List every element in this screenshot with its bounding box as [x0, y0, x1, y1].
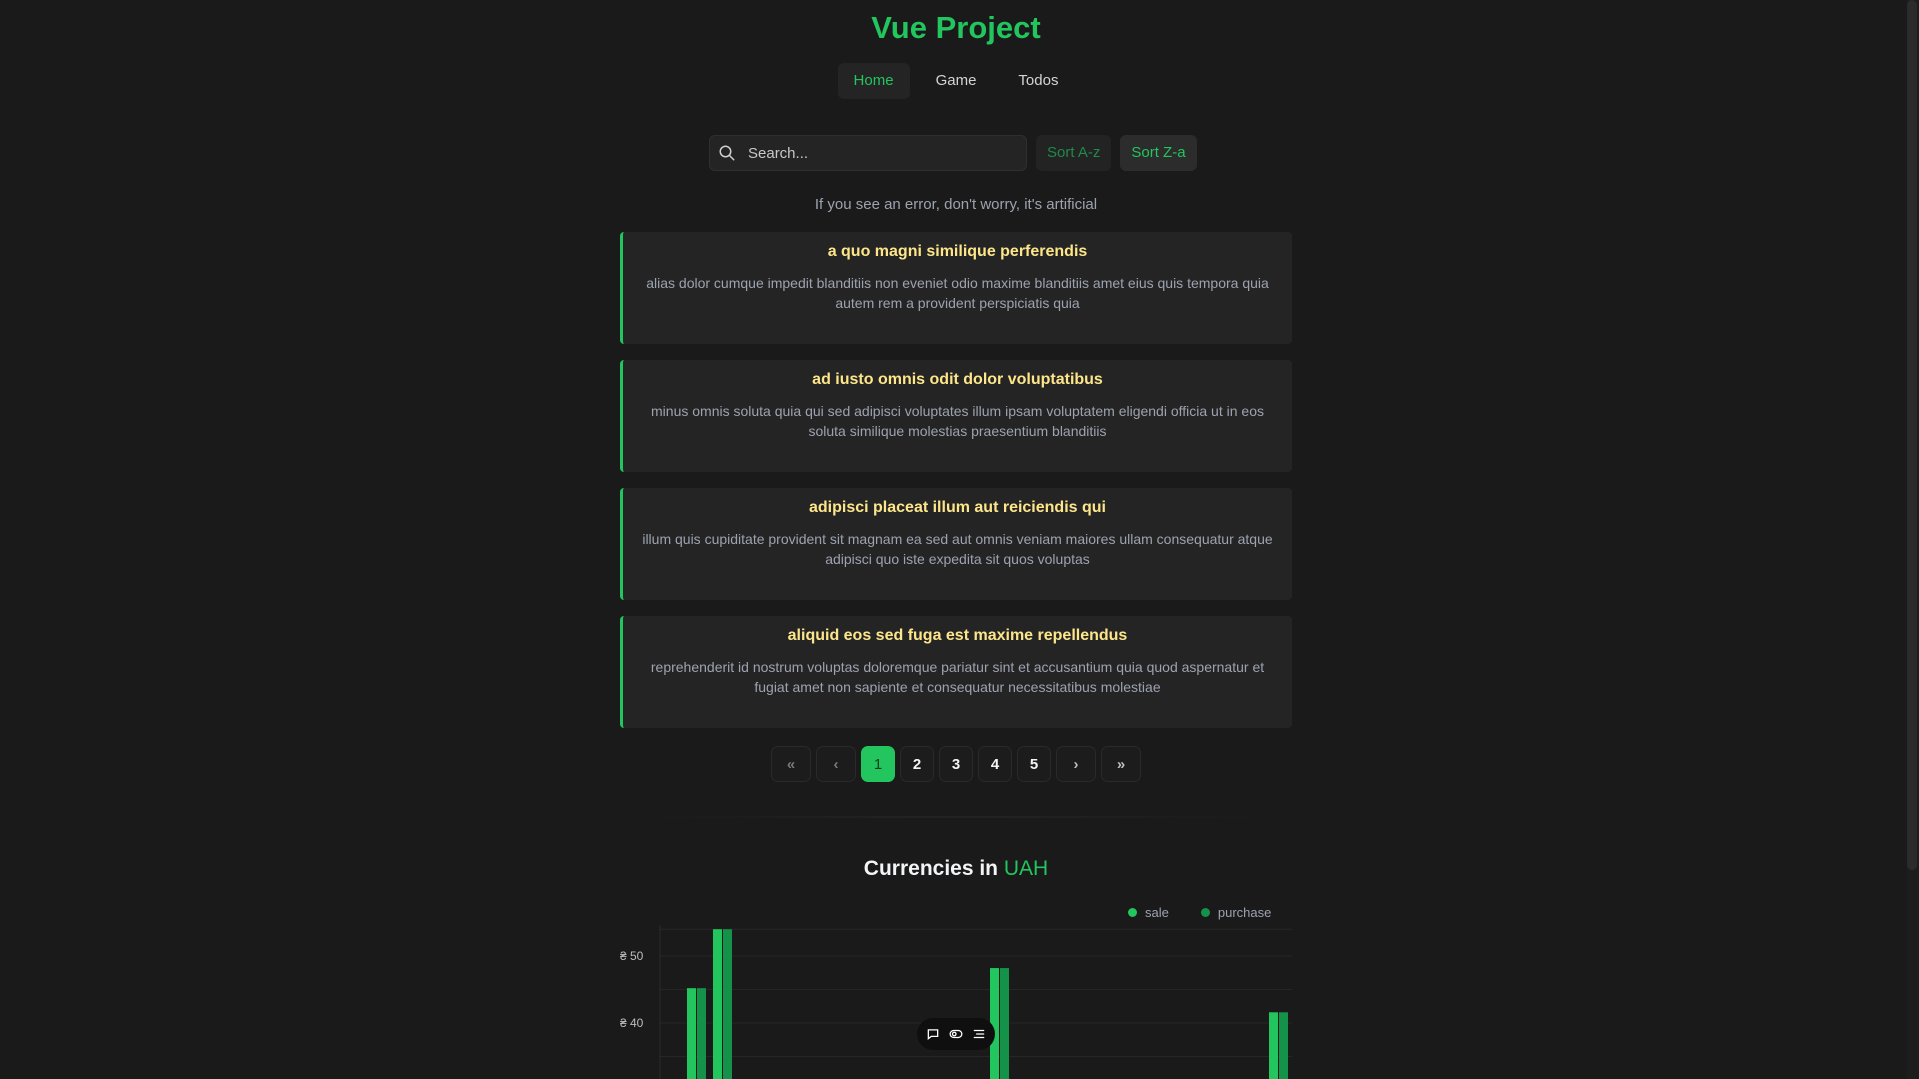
first-page-button[interactable]: «: [771, 746, 811, 782]
sort-asc-button[interactable]: Sort A-z: [1036, 135, 1112, 171]
section-divider: [620, 816, 1292, 818]
menu-icon[interactable]: [972, 1027, 986, 1041]
legend-dot-icon: [1128, 908, 1137, 917]
post-body: illum quis cupiditate provident sit magn…: [642, 531, 1273, 567]
currency-bar-chart: ₴ 50 ₴ 40: [620, 925, 1292, 1079]
page-button-5[interactable]: 5: [1017, 746, 1051, 782]
post-card[interactable]: adipisci placeat illum aut reiciendis qu…: [620, 488, 1292, 600]
floating-toolbar: [917, 1018, 995, 1050]
post-card[interactable]: aliquid eos sed fuga est maxime repellen…: [620, 616, 1292, 728]
app-title: Vue Project: [871, 10, 1041, 45]
page-button-3[interactable]: 3: [939, 746, 973, 782]
post-body: reprehenderit id nostrum voluptas dolore…: [650, 659, 1265, 695]
bar-purchase: [697, 988, 706, 1079]
legend-dot-icon: [1200, 908, 1210, 917]
prev-page-button[interactable]: ‹: [816, 746, 856, 782]
bar-sale: [687, 988, 696, 1079]
page-button-2[interactable]: 2: [900, 746, 934, 782]
legend-item-sale[interactable]: sale: [1128, 905, 1169, 920]
nav-game[interactable]: Game: [920, 63, 993, 99]
chart-title: Currencies in UAH: [0, 857, 1912, 881]
chart-title-prefix: Currencies in: [863, 857, 999, 880]
page-button-4[interactable]: 4: [978, 746, 1012, 782]
bar-purchase: [723, 929, 732, 1079]
search-field: [709, 135, 1027, 171]
error-note: If you see an error, don't worry, it's a…: [814, 196, 1098, 213]
bar-sale: [1269, 1012, 1278, 1079]
page-scrollbar-thumb[interactable]: [1907, 0, 1917, 870]
post-body: alias dolor cumque impedit blanditiis no…: [646, 275, 1269, 311]
y-tick-label: ₴ 50: [620, 949, 644, 963]
bar-purchase: [1000, 968, 1009, 1079]
search-icon: [719, 145, 735, 161]
y-tick-label: ₴ 40: [620, 1016, 644, 1030]
post-body: minus omnis soluta quia qui sed adipisci…: [651, 403, 1264, 439]
post-list: a quo magni similique perferendis alias …: [620, 232, 1292, 744]
post-title: adipisci placeat illum aut reiciendis qu…: [809, 499, 1106, 516]
next-page-button[interactable]: ›: [1056, 746, 1096, 782]
legend-label: sale: [1145, 905, 1169, 920]
nav-todos[interactable]: Todos: [1002, 63, 1074, 99]
bar-purchase: [1279, 1012, 1288, 1079]
search-toolbar: Sort A-z Sort Z-a: [709, 135, 1197, 171]
legend-item-purchase[interactable]: purchase: [1200, 905, 1272, 920]
post-title: aliquid eos sed fuga est maxime repellen…: [787, 627, 1128, 644]
chart-legend: sale purchase: [1128, 905, 1271, 920]
post-title: a quo magni similique perferendis: [827, 243, 1088, 260]
page-button-1[interactable]: 1: [861, 746, 895, 782]
last-page-button[interactable]: »: [1101, 746, 1141, 782]
main-nav: Home Game Todos: [0, 63, 1912, 99]
nav-home[interactable]: Home: [837, 63, 910, 99]
sort-desc-button[interactable]: Sort Z-a: [1120, 135, 1197, 171]
toggle-icon[interactable]: [949, 1027, 963, 1041]
bar-sale: [713, 929, 722, 1079]
post-card[interactable]: a quo magni similique perferendis alias …: [620, 232, 1292, 344]
chart-title-currency: UAH: [1003, 857, 1049, 880]
search-input[interactable]: [746, 143, 1020, 163]
pagination: « ‹ 1 2 3 4 5 › »: [0, 746, 1912, 782]
comment-icon[interactable]: [926, 1027, 940, 1041]
legend-label: purchase: [1217, 905, 1272, 920]
post-card[interactable]: ad iusto omnis odit dolor voluptatibus m…: [620, 360, 1292, 472]
post-title: ad iusto omnis odit dolor voluptatibus: [812, 371, 1103, 388]
